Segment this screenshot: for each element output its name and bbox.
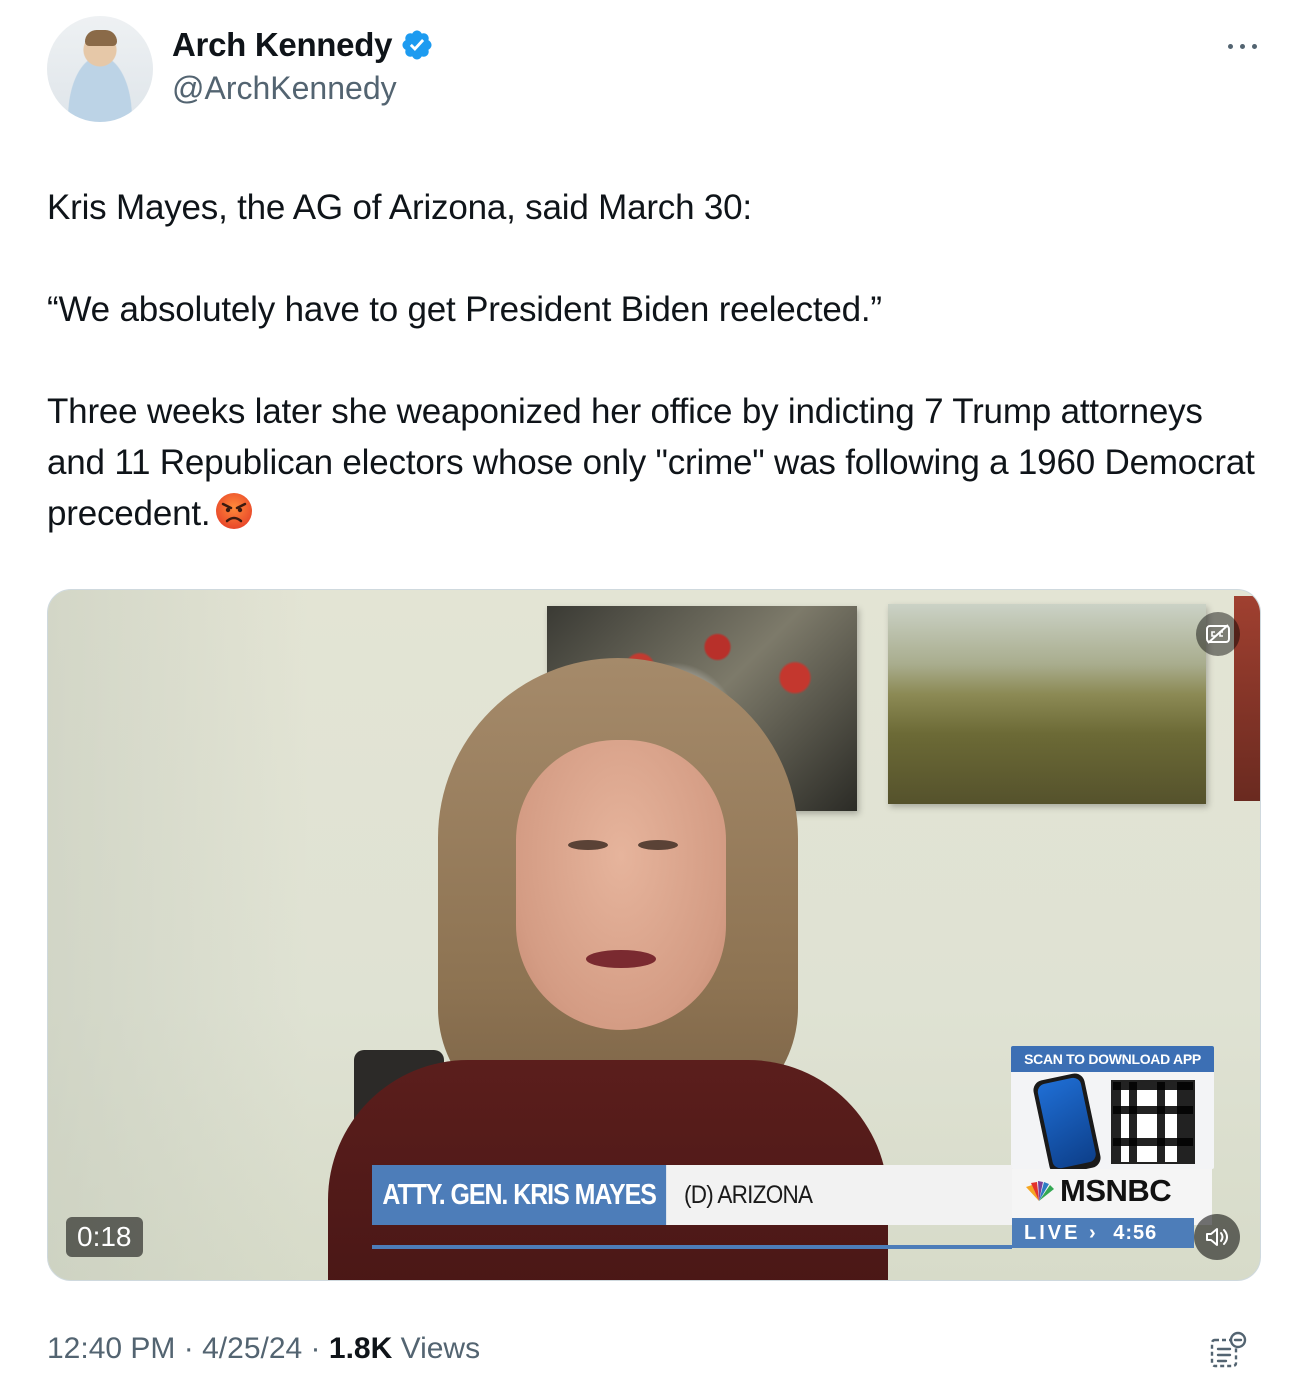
author-display-name[interactable]: Arch Kennedy (172, 26, 392, 64)
phone-graphic (1031, 1071, 1103, 1169)
video-duration: 0:18 (66, 1217, 143, 1257)
tweet-paragraph: Kris Mayes, the AG of Arizona, said Marc… (47, 188, 752, 227)
more-options-icon[interactable] (1226, 34, 1260, 58)
meta-separator: · (183, 1332, 194, 1365)
author-avatar[interactable] (47, 16, 153, 122)
landscape-painting (888, 604, 1206, 804)
angry-face-icon (216, 493, 253, 529)
tweet-date[interactable]: 4/25/24 (202, 1332, 302, 1365)
speaker-icon (1206, 1228, 1228, 1246)
author-handle[interactable]: @ArchKennedy (172, 70, 397, 107)
author-name-row: Arch Kennedy (172, 26, 434, 64)
live-indicator: LIVE › 4:56 (1012, 1218, 1194, 1248)
tweet-meta: 12:40 PM · 4/25/24 · 1.8K Views (47, 1332, 480, 1366)
peacock-logo-icon (1026, 1181, 1054, 1201)
views-count: 1.8K (328, 1332, 393, 1365)
app-promo-overlay: SCAN TO DOWNLOAD APP (1011, 1046, 1214, 1169)
lower-third-subtitle: (D) ARIZONA (684, 1181, 813, 1209)
verified-badge-icon (402, 30, 432, 60)
lower-third-name: ATTY. GEN. KRIS MAYES (372, 1165, 667, 1225)
tweet-time[interactable]: 12:40 PM (47, 1332, 175, 1365)
captions-off-icon (1206, 624, 1230, 644)
promo-title: SCAN TO DOWNLOAD APP (1011, 1046, 1214, 1072)
analytics-icon[interactable] (1208, 1330, 1248, 1370)
views-label: Views (400, 1332, 481, 1365)
tweet-paragraph: “We absolutely have to get President Bid… (47, 290, 882, 329)
meta-separator: · (310, 1332, 321, 1365)
volume-button[interactable] (1194, 1214, 1240, 1260)
network-bug: MSNBC (1012, 1169, 1212, 1225)
qr-code (1111, 1080, 1195, 1164)
live-time: 4:56 (1113, 1222, 1158, 1244)
captions-button[interactable] (1196, 612, 1240, 656)
tweet-paragraph: Three weeks later she weaponized her off… (47, 386, 1267, 539)
lower-third: ATTY. GEN. KRIS MAYES (D) ARIZONA (372, 1165, 1012, 1225)
video-player[interactable]: SCAN TO DOWNLOAD APP ATTY. GEN. KRIS MAY… (47, 589, 1261, 1281)
live-label: LIVE (1024, 1222, 1081, 1244)
speaker-face (516, 740, 726, 1030)
network-name: MSNBC (1060, 1173, 1172, 1208)
tweet-text: Kris Mayes, the AG of Arizona, said Marc… (47, 182, 1267, 539)
live-arrow: › (1089, 1222, 1099, 1244)
